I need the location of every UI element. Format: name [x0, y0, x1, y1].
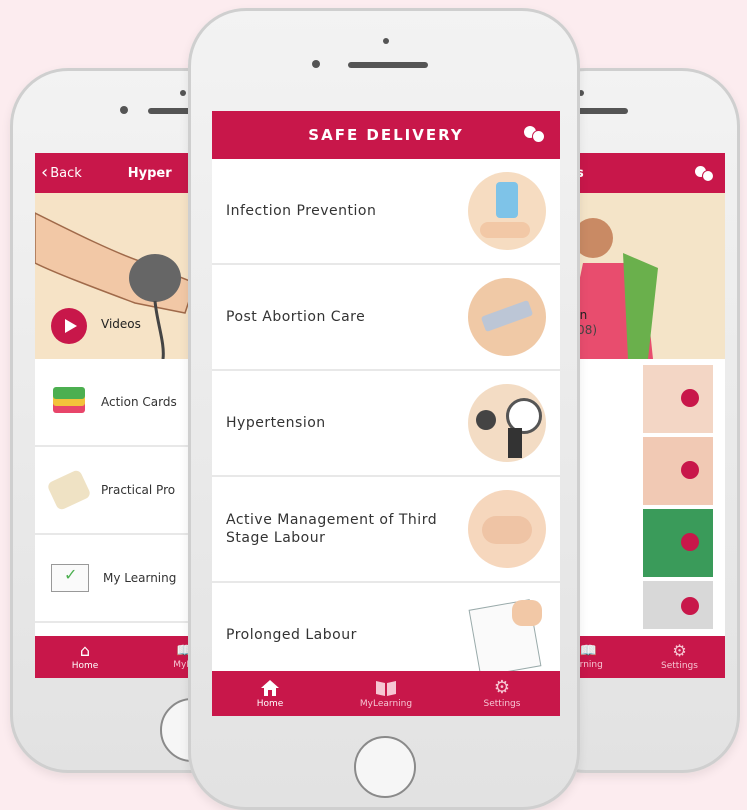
speaker-grille	[348, 62, 428, 68]
blood-pressure-icon	[468, 384, 546, 462]
chevron-left-icon: ‹	[41, 162, 49, 183]
list-item-post-abortion-care[interactable]: Post Abortion Care	[212, 265, 560, 371]
play-icon	[51, 308, 87, 344]
center-header: SAFE DELIVERY	[212, 111, 560, 159]
pills-icon[interactable]	[524, 126, 545, 143]
tab-mylearning[interactable]: MyLearning	[328, 671, 444, 716]
pills-icon[interactable]	[695, 166, 714, 182]
book-icon	[376, 680, 396, 696]
checklist-icon: ✓	[51, 564, 89, 592]
play-icon	[681, 389, 699, 407]
newborn-icon	[468, 490, 546, 568]
play-icon	[681, 533, 699, 551]
gear-icon: ⚙	[672, 641, 687, 660]
list-item-infection-prevention[interactable]: Infection Prevention	[212, 159, 560, 265]
handwash-icon	[468, 172, 546, 250]
home-icon	[261, 679, 279, 696]
play-icon	[681, 597, 699, 615]
left-page-title: Hyper	[127, 165, 172, 181]
video-thumb-1[interactable]	[643, 365, 713, 433]
back-button[interactable]: ‹ Back	[41, 164, 82, 182]
gear-icon: ⚙	[493, 676, 511, 698]
list-item-active-management[interactable]: Active Management of Third Stage Labour	[212, 477, 560, 583]
page-title: SAFE DELIVERY	[308, 126, 464, 144]
syringe-icon	[468, 278, 546, 356]
tab-settings[interactable]: ⚙ Settings	[634, 636, 725, 678]
tab-home[interactable]: ⌂ Home	[35, 636, 135, 678]
sensor-dot	[180, 90, 186, 96]
book-icon: 📖	[579, 643, 598, 659]
center-tab-bar: Home MyLearning ⚙ Settings	[212, 671, 560, 716]
video-thumb-4[interactable]	[643, 581, 713, 629]
video-thumb-2[interactable]	[643, 437, 713, 505]
camera-dot	[120, 106, 128, 114]
center-screen: SAFE DELIVERY Infection Prevention Post …	[212, 111, 560, 716]
sensor-dot	[383, 38, 389, 44]
list-item-hypertension[interactable]: Hypertension	[212, 371, 560, 477]
play-icon	[681, 461, 699, 479]
tab-settings[interactable]: ⚙ Settings	[444, 671, 560, 716]
tab-home[interactable]: Home	[212, 671, 328, 716]
home-icon: ⌂	[79, 641, 91, 660]
center-phone: SAFE DELIVERY Infection Prevention Post …	[188, 8, 580, 810]
procedure-icon	[46, 468, 92, 512]
video-thumb-3[interactable]	[643, 509, 713, 577]
camera-dot	[312, 60, 320, 68]
center-home-button	[354, 736, 416, 798]
cards-icon	[51, 387, 87, 417]
partograph-icon	[468, 596, 546, 677]
